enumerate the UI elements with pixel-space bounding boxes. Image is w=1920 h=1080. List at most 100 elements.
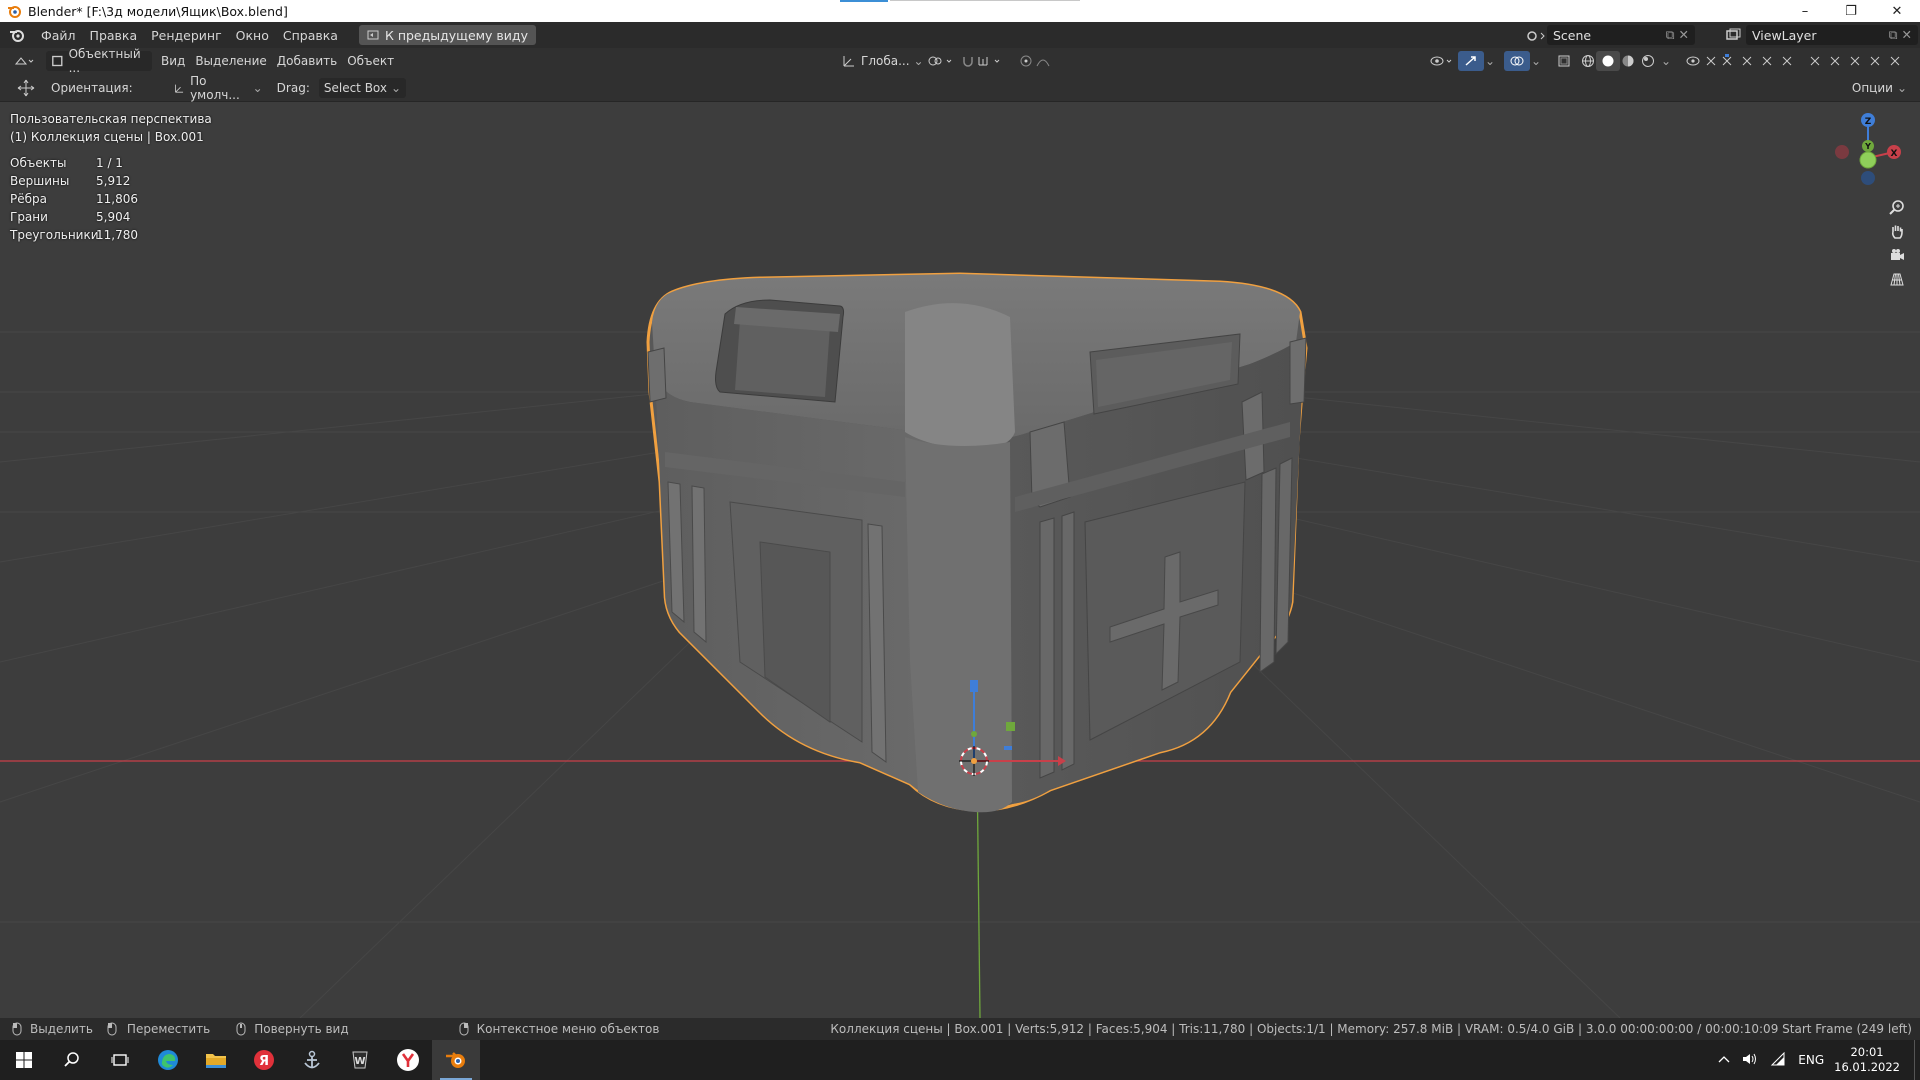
- hint-rotate: Повернуть вид: [236, 1022, 349, 1036]
- shading-dropdown[interactable]: ⌄: [1656, 51, 1676, 71]
- task-view-button[interactable]: [96, 1040, 144, 1080]
- hint-select: Выделить: [12, 1022, 93, 1036]
- stat-value: 11,780: [96, 228, 138, 242]
- gizmo-x-label: X: [1891, 149, 1898, 159]
- drag-label: Drag:: [276, 80, 310, 95]
- zoom-icon[interactable]: [1886, 196, 1908, 218]
- search-button[interactable]: [48, 1040, 96, 1080]
- maximize-button[interactable]: ❐: [1828, 0, 1874, 22]
- taskbar-yandex-browser[interactable]: [384, 1040, 432, 1080]
- back-button-label: К предыдущему виду: [384, 27, 528, 43]
- stat-row-vertices: Вершины 5,912: [10, 174, 138, 192]
- pan-hand-icon[interactable]: [1886, 220, 1908, 242]
- start-button[interactable]: [0, 1040, 48, 1080]
- hint-rotate-label: Повернуть вид: [254, 1022, 349, 1036]
- xray-toggle-button[interactable]: [1552, 51, 1576, 71]
- svg-text:W: W: [354, 1056, 365, 1067]
- box-model: [646, 272, 1308, 813]
- orientation-dropdown[interactable]: По умолч... ⌄: [168, 74, 268, 102]
- gizmo-z-label: Z: [1865, 117, 1872, 127]
- folder-icon: [206, 1054, 226, 1068]
- menu-file[interactable]: Файл: [34, 28, 83, 43]
- windows-logo-icon: [16, 1052, 32, 1068]
- stat-label: Объекты: [10, 156, 67, 170]
- status-info: Коллекция сцены | Box.001 | Verts:5,912 …: [830, 1022, 1912, 1036]
- stat-label: Вершины: [10, 174, 70, 188]
- volume-icon[interactable]: [1742, 1052, 1758, 1069]
- orientation-icon: [174, 84, 183, 93]
- snap-magnet-icon: [963, 57, 1000, 67]
- pivot-point-button[interactable]: [922, 51, 960, 71]
- camera-view-icon[interactable]: [1886, 244, 1908, 266]
- new-viewlayer-icon[interactable]: ⧉ ✕: [1889, 27, 1912, 43]
- menu-view[interactable]: Вид: [156, 51, 190, 71]
- menu-object[interactable]: Объект: [342, 51, 399, 71]
- menu-help[interactable]: Справка: [276, 28, 345, 43]
- back-to-previous-button[interactable]: К предыдущему виду: [358, 25, 536, 45]
- scene-field[interactable]: Scene ⧉ ✕: [1547, 25, 1695, 45]
- perspective-ortho-icon[interactable]: [1886, 268, 1908, 290]
- taskbar-world-of-warships[interactable]: [288, 1040, 336, 1080]
- taskbar-blender[interactable]: [432, 1040, 480, 1080]
- rendered-sphere-icon: [1642, 55, 1654, 67]
- gizmo-arrow-icon: [1465, 56, 1476, 66]
- yandex-icon: Я: [254, 1050, 274, 1070]
- stat-label: Треугольники: [10, 228, 99, 242]
- new-scene-icon[interactable]: ⧉ ✕: [1666, 27, 1689, 43]
- edge-browser-icon: [158, 1050, 178, 1070]
- stat-label: Рёбра: [10, 192, 47, 206]
- svg-text:Я: Я: [259, 1054, 269, 1069]
- status-bar: Выделить Переместить Повернуть вид Конте…: [0, 1018, 1920, 1040]
- menu-render[interactable]: Рендеринг: [144, 28, 229, 43]
- search-icon: [64, 1052, 79, 1067]
- options-dropdown[interactable]: Опции ⌄: [1847, 78, 1912, 98]
- collection-visibility-icons[interactable]: [1680, 51, 1914, 71]
- transform-tool-icon[interactable]: [12, 78, 40, 98]
- viewlayer-selector[interactable]: ViewLayer ⧉ ✕: [1724, 25, 1918, 45]
- language-indicator[interactable]: ENG: [1798, 1053, 1824, 1067]
- snapping-button[interactable]: [956, 51, 1012, 71]
- wifi-icon[interactable]: [1770, 1051, 1786, 1069]
- transform-orientation-dropdown[interactable]: Глоба... ⌄: [836, 51, 929, 71]
- viewlayer-icon: [1726, 28, 1741, 40]
- menu-edit[interactable]: Правка: [83, 28, 145, 43]
- clock-date: 16.01.2022: [1834, 1060, 1900, 1074]
- 3d-viewport[interactable]: Пользовательская перспектива (1) Коллекц…: [0, 102, 1920, 1018]
- chevron-down-icon: ⌄: [1896, 80, 1907, 95]
- editor-type-button[interactable]: [8, 51, 40, 71]
- overlays-dropdown[interactable]: ⌄: [1526, 51, 1546, 71]
- gizmo-dropdown[interactable]: ⌄: [1480, 51, 1500, 71]
- mouse-right-icon: [459, 1022, 469, 1036]
- taskbar-yandex[interactable]: Я: [240, 1040, 288, 1080]
- menu-select[interactable]: Выделение: [190, 51, 271, 71]
- axis-orientation-gizmo[interactable]: Z Y X: [1820, 106, 1920, 206]
- chevron-up-icon[interactable]: [1718, 1053, 1730, 1067]
- navigation-gizmo[interactable]: Z Y X: [1820, 102, 1920, 322]
- mode-dropdown[interactable]: Объектный ...: [46, 47, 152, 75]
- show-desktop-button[interactable]: [1914, 1040, 1920, 1080]
- overlays-icon: [1510, 56, 1524, 66]
- drag-dropdown[interactable]: Select Box ⌄: [318, 77, 407, 98]
- visibility-selectability-button[interactable]: [1424, 51, 1462, 71]
- taskbar-world-of-tanks[interactable]: W: [336, 1040, 384, 1080]
- system-tray: ENG 20:01 16.01.2022: [1718, 1040, 1920, 1080]
- blender-taskbar-icon: [446, 1052, 465, 1068]
- blender-menu-icon[interactable]: [8, 26, 26, 44]
- minimize-button[interactable]: –: [1782, 0, 1828, 22]
- clock[interactable]: 20:01 16.01.2022: [1834, 1045, 1900, 1075]
- menu-window[interactable]: Окно: [229, 28, 276, 43]
- taskbar-file-explorer[interactable]: [192, 1040, 240, 1080]
- viewport-header: Объектный ... Вид Выделение Добавить Объ…: [0, 47, 1920, 75]
- transform-orientation-label: Глоба...: [861, 54, 910, 68]
- orientation-value: По умолч...: [190, 73, 240, 102]
- menu-add[interactable]: Добавить: [272, 51, 342, 71]
- scene-selector[interactable]: Scene ⧉ ✕: [1525, 25, 1695, 45]
- proportional-editing-button[interactable]: [1014, 51, 1064, 71]
- stat-label: Грани: [10, 210, 48, 224]
- material-sphere-icon: [1622, 55, 1634, 67]
- viewlayer-name: ViewLayer: [1752, 27, 1817, 43]
- viewlayer-field[interactable]: ViewLayer ⧉ ✕: [1746, 25, 1918, 45]
- taskbar-edge[interactable]: [144, 1040, 192, 1080]
- close-button[interactable]: ✕: [1874, 0, 1920, 22]
- hint-context-menu: Контекстное меню объектов: [459, 1022, 659, 1036]
